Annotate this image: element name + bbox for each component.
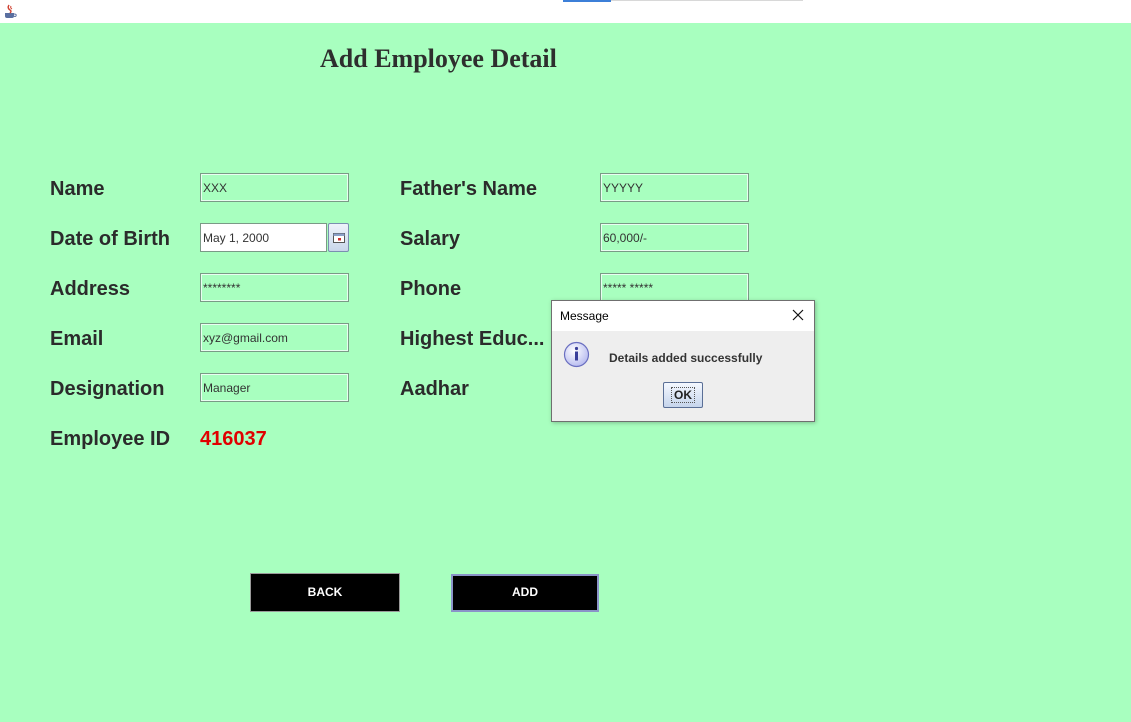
calendar-icon — [333, 233, 345, 243]
info-icon — [563, 341, 590, 368]
phone-label: Phone — [400, 278, 462, 300]
calendar-button[interactable] — [328, 223, 349, 252]
ok-button[interactable]: OK — [663, 382, 703, 408]
email-label: Email — [50, 328, 104, 350]
dob-label: Date of Birth — [50, 228, 170, 250]
salary-label: Salary — [400, 228, 461, 250]
father-name-label: Father's Name — [400, 178, 538, 200]
dialog-message: Details added successfully — [609, 351, 763, 365]
app-java-icon — [2, 3, 18, 19]
empid-label: Employee ID — [50, 428, 171, 450]
page-title: Add Employee Detail — [320, 44, 557, 73]
employee-id-value: 416037 — [200, 428, 267, 450]
add-button[interactable]: ADD — [451, 574, 599, 612]
phone-field[interactable] — [600, 273, 749, 302]
education-label: Highest Educ... — [400, 328, 545, 350]
father-name-field[interactable] — [600, 173, 749, 202]
dialog-title: Message — [560, 309, 609, 323]
name-field[interactable] — [200, 173, 349, 202]
dob-field[interactable] — [200, 223, 327, 252]
designation-field[interactable] — [200, 373, 349, 402]
close-icon[interactable] — [791, 308, 805, 322]
aadhar-label: Aadhar — [400, 378, 469, 400]
dialog-titlebar: Message — [552, 301, 814, 331]
designation-label: Designation — [50, 378, 165, 400]
window-titlebar — [0, 0, 1131, 23]
address-label: Address — [50, 278, 131, 300]
name-label: Name — [50, 178, 105, 200]
back-button[interactable]: BACK — [250, 573, 400, 612]
address-field[interactable] — [200, 273, 349, 302]
titlebar-strip-accent — [563, 0, 611, 2]
message-dialog: Message Details added successfully OK — [551, 300, 815, 422]
email-field[interactable] — [200, 323, 349, 352]
salary-field[interactable] — [600, 223, 749, 252]
ok-button-label: OK — [671, 387, 695, 403]
